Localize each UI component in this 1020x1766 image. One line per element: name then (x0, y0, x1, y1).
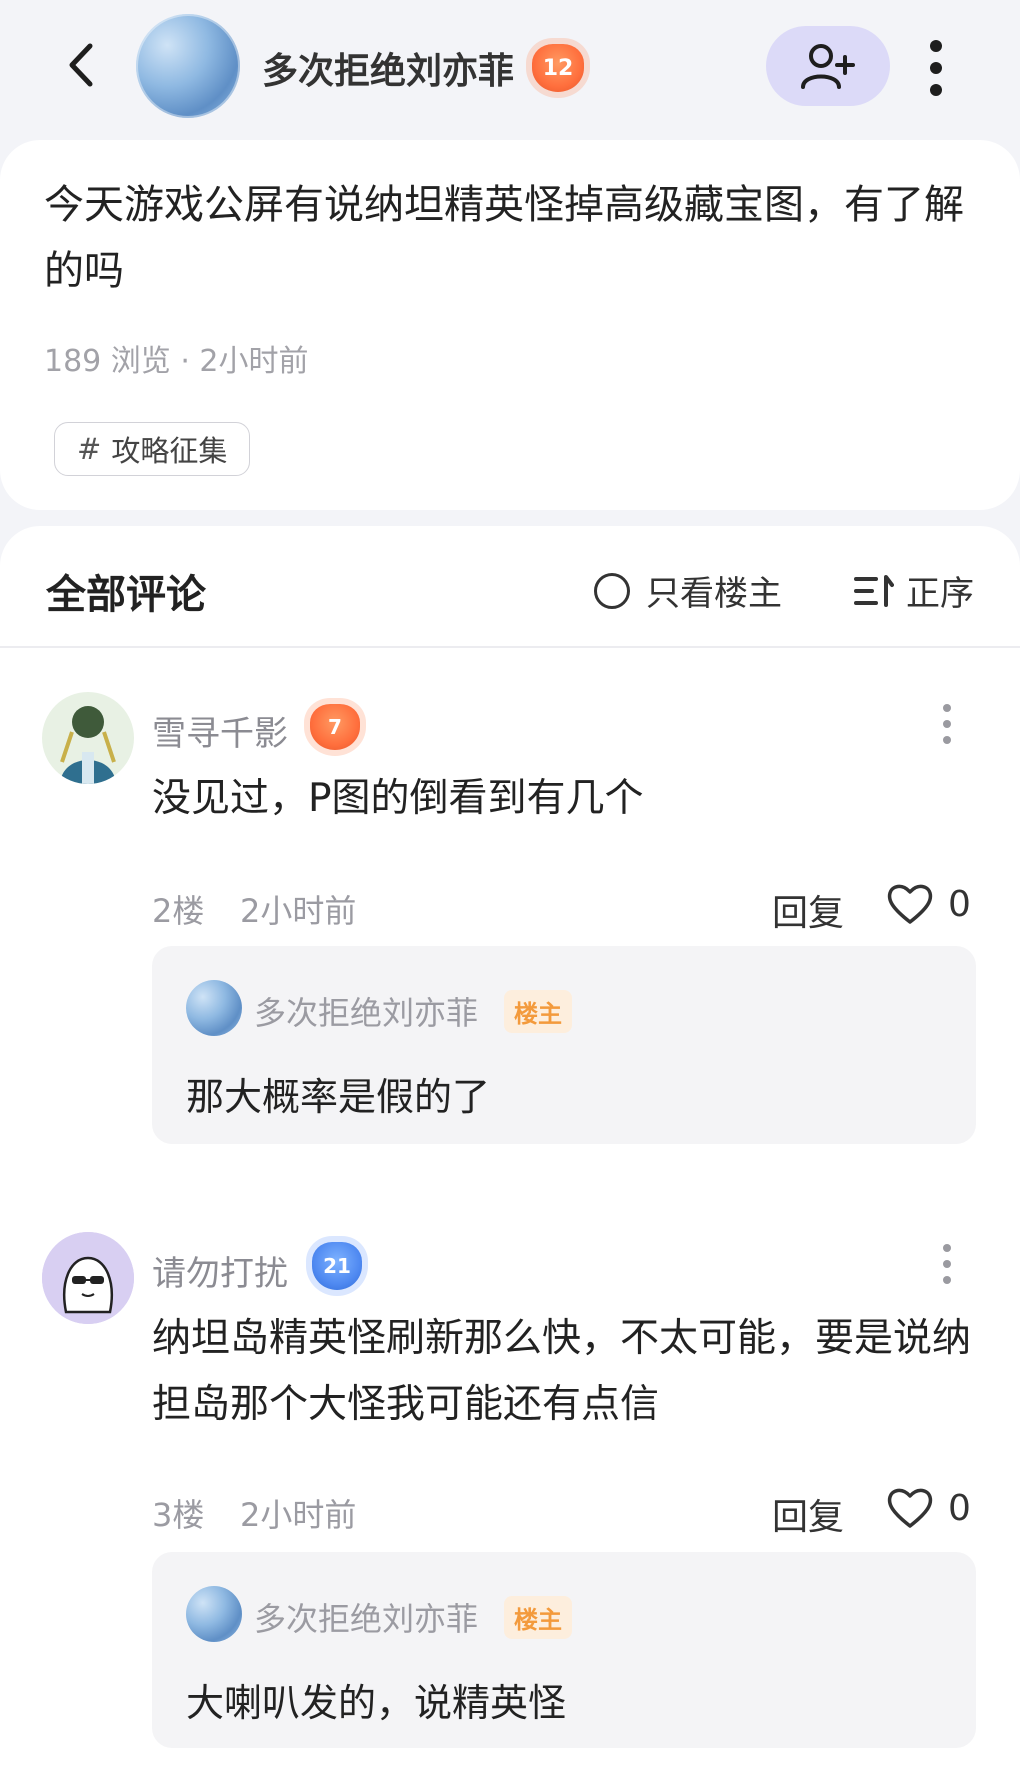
reply-text: 大喇叭发的，说精英怪 (186, 1681, 567, 1725)
level-badge: 7 (310, 704, 360, 750)
avatar[interactable] (42, 1232, 134, 1324)
comment-text: 纳坦岛精英怪刷新那么快，不太可能，要是说纳担岛那个大怪我可能还有点信 (152, 1316, 972, 1427)
only-op-toggle[interactable]: 只看楼主 (594, 566, 782, 615)
radio-icon (594, 572, 630, 609)
avatar[interactable] (42, 692, 134, 784)
floor-number: 3楼 (152, 1496, 205, 1534)
tag-label: 攻略征集 (111, 434, 228, 468)
reply-avatar[interactable] (186, 980, 242, 1036)
comment-time: 2小时前 (240, 1496, 357, 1534)
sort-toggle[interactable]: 正序 (854, 566, 974, 615)
like-button[interactable]: 0 (886, 1486, 971, 1530)
add-user-icon (801, 44, 855, 89)
reply-author-name[interactable]: 多次拒绝刘亦菲 (254, 988, 478, 1034)
op-badge: 楼主 (504, 990, 572, 1033)
hash-icon: # (77, 432, 102, 466)
reply-button[interactable]: 回复 (772, 1488, 844, 1540)
like-button[interactable]: 0 (886, 882, 971, 926)
reply-avatar[interactable] (186, 1586, 242, 1642)
comment-more-icon[interactable] (942, 704, 952, 744)
comment-text: 没见过，P图的倒看到有几个 (152, 776, 644, 821)
commenter-name[interactable]: 雪寻千影 (152, 706, 288, 755)
reply-button[interactable]: 回复 (772, 884, 844, 936)
level-badge: 12 (532, 44, 584, 92)
floor-number: 2楼 (152, 892, 205, 930)
back-icon[interactable] (60, 42, 106, 88)
op-badge: 楼主 (504, 1596, 572, 1639)
reply-box[interactable]: 多次拒绝刘亦菲 楼主 大喇叭发的，说精英怪 (152, 1552, 976, 1748)
comments-title: 全部评论 (46, 572, 206, 618)
reply-author-name[interactable]: 多次拒绝刘亦菲 (254, 1594, 478, 1640)
post-title: 今天游戏公屏有说纳坦精英怪掉高级藏宝图，有了解的吗 (44, 182, 964, 294)
divider (0, 646, 1020, 648)
comment-time: 2小时前 (240, 892, 357, 930)
reply-text: 那大概率是假的了 (186, 1075, 491, 1119)
level-badge: 21 (312, 1242, 362, 1290)
comment-more-icon[interactable] (942, 1244, 952, 1284)
more-options-icon[interactable] (920, 40, 952, 96)
commenter-name[interactable]: 请勿打扰 (152, 1246, 288, 1295)
tag-chip[interactable]: # 攻略征集 (54, 422, 251, 476)
follow-button[interactable] (766, 26, 890, 106)
heart-icon (887, 884, 933, 924)
heart-icon (887, 1488, 933, 1528)
sort-icon (854, 574, 894, 607)
author-avatar[interactable] (136, 14, 240, 118)
post-meta: 189 浏览 · 2小时前 (44, 344, 309, 379)
reply-box[interactable]: 多次拒绝刘亦菲 楼主 那大概率是假的了 (152, 946, 976, 1144)
author-name[interactable]: 多次拒绝刘亦菲 (262, 42, 514, 94)
